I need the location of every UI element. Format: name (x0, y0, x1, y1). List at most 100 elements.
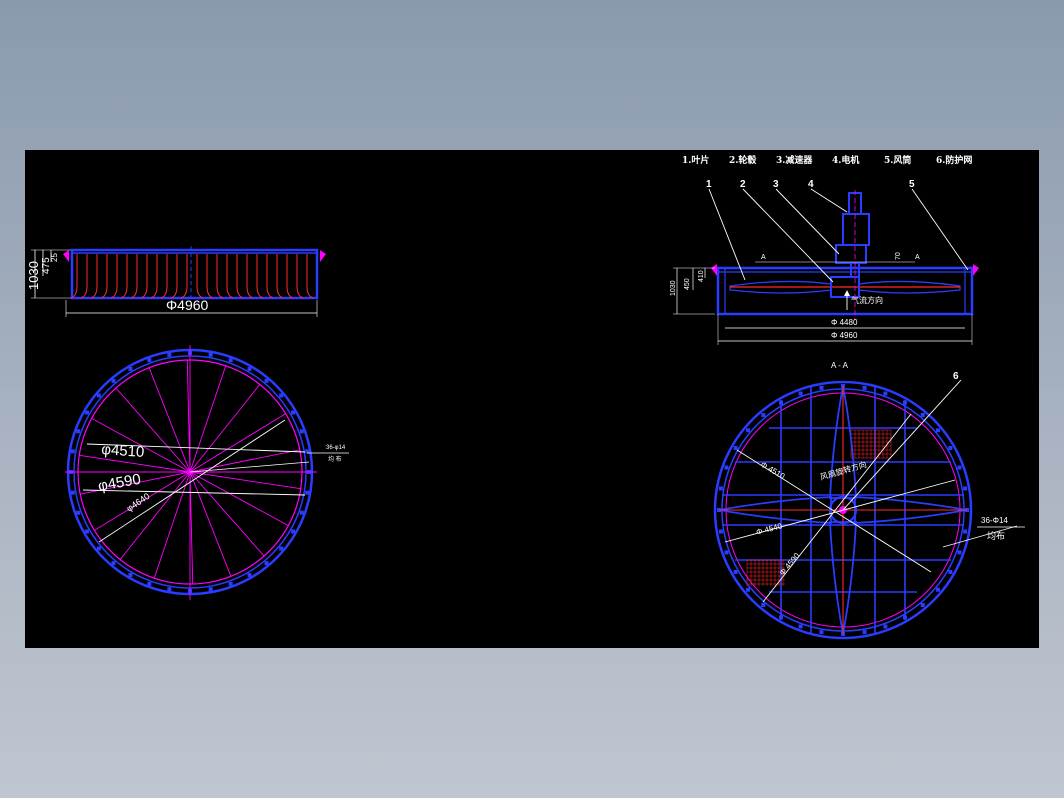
bolt-hole (957, 465, 962, 470)
bolt-hole (128, 573, 133, 578)
hole-note-top-right: 36-Φ14 (981, 516, 1008, 525)
dim-inner-width: Φ 4480 (831, 318, 858, 327)
bolt-hole (247, 366, 252, 371)
radial-line (189, 471, 301, 490)
right-plan-view: A - A Φ 4510 Φ 4540 Φ 4590 风扇旋转方向 6 36-Φ… (713, 361, 1025, 640)
bolt-hole (247, 573, 252, 578)
bolt-hole (746, 428, 751, 433)
bolt-hole (733, 570, 738, 574)
cylinder-rib (296, 254, 304, 299)
bolt-hole (167, 587, 172, 592)
left-plan-view: φ4510 φ4590 φ4640 36-φ14 均 布 (65, 345, 349, 600)
bolt-hole (733, 446, 738, 450)
radial-line (189, 365, 227, 473)
guard-mesh (746, 429, 892, 586)
motor-body (842, 213, 870, 246)
cylinder-rib (140, 254, 148, 299)
cylinder-rib (100, 254, 108, 299)
cylinder-rib (286, 254, 294, 299)
section-title: A - A (831, 361, 849, 370)
callout-2: 2 (740, 179, 746, 190)
cylinder-rib (256, 254, 264, 299)
radial-line (189, 471, 232, 577)
legend-item-5: 5.风筒 (884, 154, 911, 166)
legend-item-2: 2.轮毂 (729, 154, 756, 166)
bolt-hole (761, 602, 766, 607)
bolt-hole (264, 378, 269, 383)
bolt-hole (935, 428, 940, 433)
cylinder-rib (206, 254, 214, 299)
gearbox (835, 244, 867, 264)
bolt-hole (208, 587, 213, 592)
right-elevation-view: A A 气流方向 1030 450 410 70 Φ 4480 Φ 4960 (670, 190, 979, 345)
bolt-hole (920, 602, 925, 607)
callout-1: 1 (706, 179, 712, 190)
dim-rim: 410 (698, 270, 705, 282)
dim-overall-height: 1030 (26, 261, 41, 290)
bolt-hole (963, 486, 968, 491)
bolt-hole (84, 410, 89, 415)
bolt-hole (862, 630, 867, 635)
cylinder-rib (246, 254, 254, 299)
cylinder-rib (130, 254, 138, 299)
radial-line (189, 471, 265, 557)
cylinder-rib (110, 254, 118, 299)
bolt-hole (883, 391, 888, 396)
radial-line (153, 471, 191, 579)
bolt-hole (128, 366, 133, 371)
legend-item-6: 6.防护网 (936, 154, 972, 166)
callout-5: 5 (909, 179, 915, 190)
dim-outer-width: Φ 4960 (831, 331, 858, 340)
cylinder-ribs (70, 254, 314, 299)
bolt-hole (299, 429, 304, 434)
hole-note-top: 36-φ14 (326, 445, 346, 451)
bolt-hole (718, 529, 723, 534)
cylinder-rib (180, 254, 188, 299)
bolt-hole (76, 510, 81, 515)
cylinder-body-outline (70, 248, 319, 300)
bolt-hole (299, 510, 304, 515)
part-callouts: 1 2 3 4 5 (706, 179, 969, 283)
radial-line (148, 367, 191, 473)
bolt-hole (819, 385, 824, 390)
bolt-hole (746, 587, 751, 592)
bolt-hole (948, 570, 953, 574)
bolt-hole (147, 581, 152, 586)
airflow-label: 气流方向 (851, 295, 883, 305)
bolt-hole (111, 561, 116, 566)
cylinder-rib (120, 254, 128, 299)
legend-item-4: 4.电机 (832, 154, 859, 166)
bolt-hole (111, 378, 116, 383)
cylinder-rib (276, 254, 284, 299)
bolt-hole (883, 624, 888, 629)
cylinder-rib (226, 254, 234, 299)
dim-width: Φ4960 (166, 297, 209, 313)
parts-legend: 1.叶片 2.轮毂 3.减速器 4.电机 5.风筒 6.防护网 (682, 154, 972, 166)
bolt-hole (279, 393, 284, 398)
bolt-hole (167, 352, 172, 357)
dim-section-1: Φ 4510 (759, 460, 787, 481)
bolt-hole (228, 581, 233, 586)
hole-note-bottom-right: 均布 (987, 530, 1005, 541)
dim-overall-height-right: 1030 (670, 280, 677, 296)
bolt-hole (208, 352, 213, 357)
cylinder-rib (150, 254, 158, 299)
cylinder-rib (80, 254, 88, 299)
bolt-hole (228, 358, 233, 363)
dim-top: 25 (50, 253, 59, 262)
bolt-hole (147, 358, 152, 363)
dim-inner-height-right: 450 (684, 278, 691, 290)
cylinder-rib (160, 254, 168, 299)
bolt-hole (291, 529, 296, 534)
bolt-hole (84, 529, 89, 534)
dim-inner-diameter: φ4510 (101, 441, 145, 461)
callout-6: 6 (953, 371, 959, 382)
cylinder-rib (236, 254, 244, 299)
bolt-hole (96, 393, 101, 398)
legend-item-3: 3.减速器 (776, 154, 813, 166)
bolt-hole (305, 490, 310, 495)
dim-motor: 70 (895, 252, 902, 260)
cylinder-rib (216, 254, 224, 299)
fan-cylinder-outline (716, 266, 974, 316)
bolt-hole (862, 385, 867, 390)
